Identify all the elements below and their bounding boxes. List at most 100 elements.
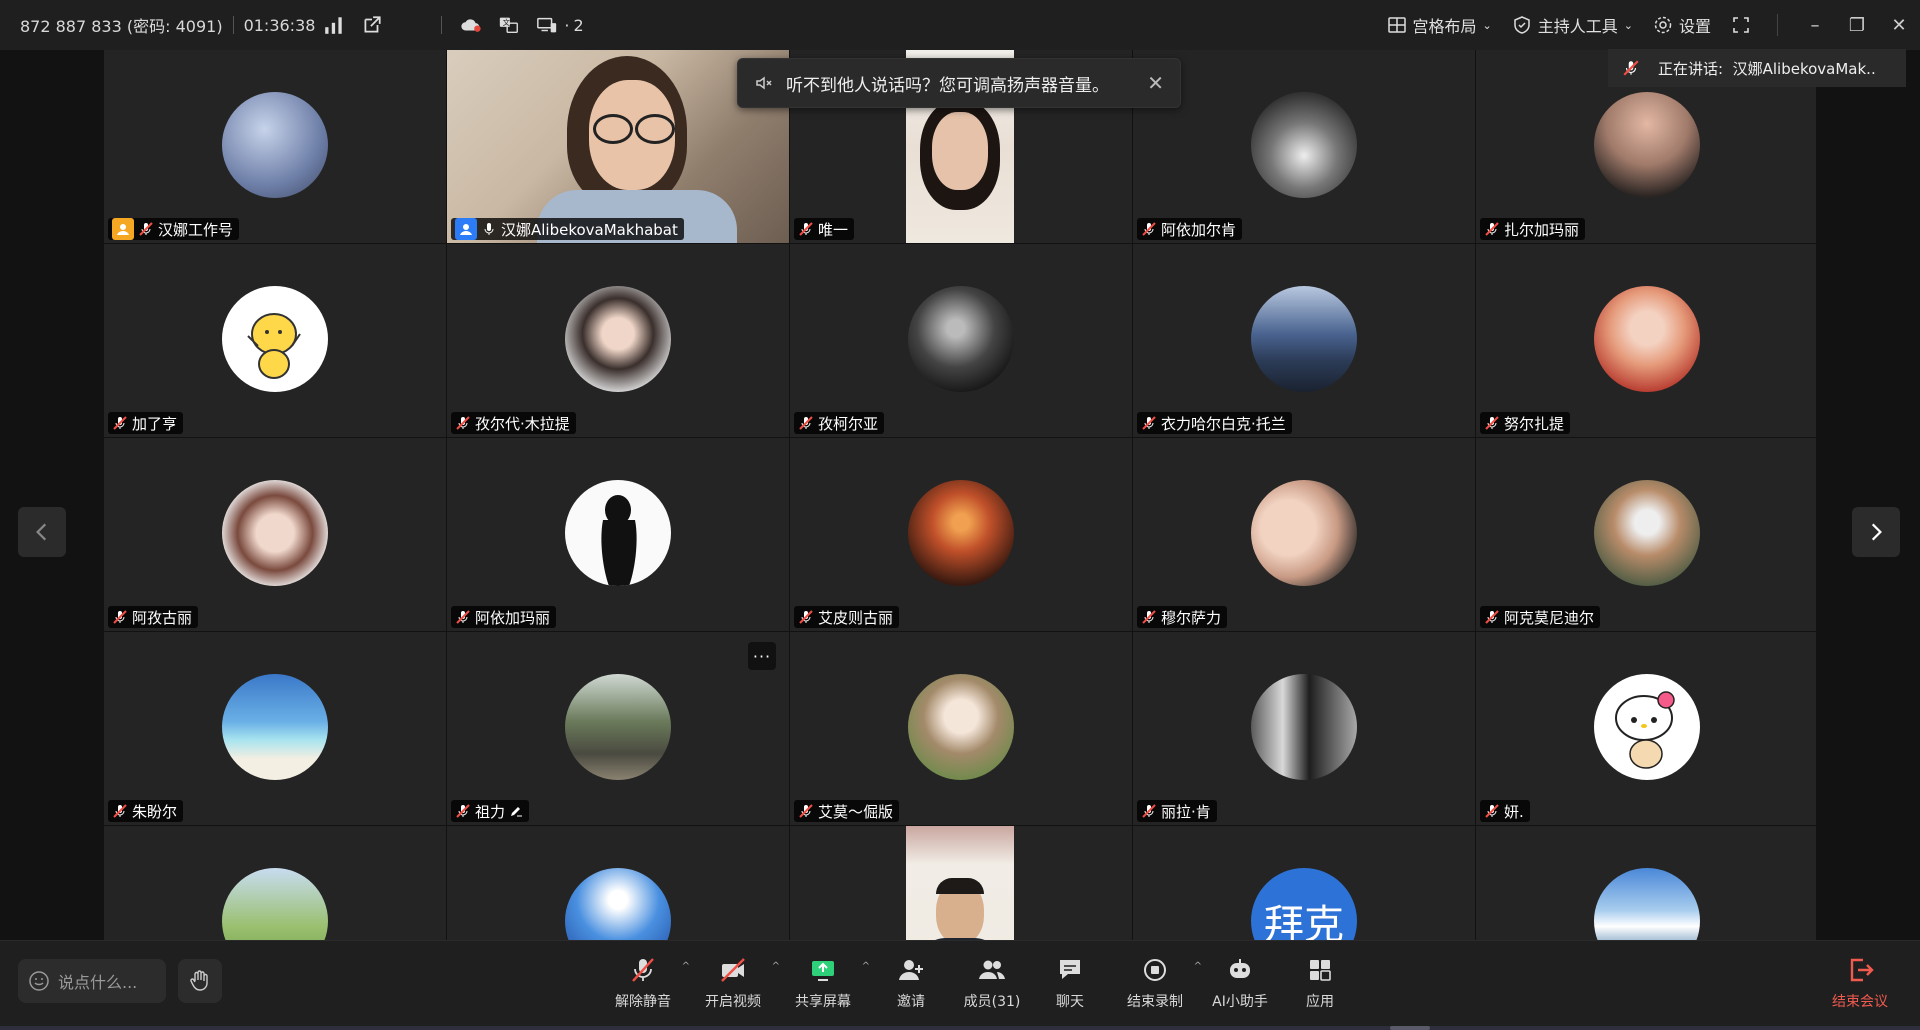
volume-toast: 听不到他人说话吗？您可调高扬声器音量。 ✕ <box>737 58 1181 108</box>
participant-tile[interactable]: 妍. <box>1476 632 1816 825</box>
mic-on-icon <box>484 223 494 235</box>
chat-quick-input[interactable]: 说点什么... <box>18 959 166 1003</box>
unmute-button[interactable]: 解除静音 ^ <box>598 947 690 1017</box>
chat-icon <box>1060 960 1080 979</box>
glasses-right <box>635 114 675 144</box>
mic-off-icon <box>1485 222 1499 236</box>
host-tools-button[interactable]: 主持人工具 ⌄ <box>1512 13 1633 37</box>
mic-off-icon <box>799 416 813 430</box>
signal-icon[interactable] <box>321 12 347 38</box>
name-tag: 阿克莫尼迪尔 <box>1480 606 1601 628</box>
ai-assistant-button[interactable]: AI小助手 <box>1200 947 1280 1017</box>
restore-icon[interactable]: ❐ <box>1836 15 1878 36</box>
participant-tile[interactable]: 朱盼尔 <box>104 632 446 825</box>
pen-icon <box>511 807 523 817</box>
close-icon[interactable]: ✕ <box>1878 15 1920 36</box>
cartoon-avatar-icon <box>247 313 301 379</box>
participant-name: 唯一 <box>818 220 849 239</box>
share-screen-button[interactable]: 共享屏幕 ^ <box>778 947 870 1017</box>
settings-label: 设置 <box>1678 17 1711 36</box>
host-tools-label: 主持人工具 <box>1537 17 1618 36</box>
layout-label: 宫格布局 <box>1412 17 1477 36</box>
avatar <box>222 480 328 586</box>
participant-tile[interactable]: 孜尔代·木拉提 <box>447 244 789 437</box>
mic-off-icon <box>1142 222 1156 236</box>
mic-off-icon <box>113 416 127 430</box>
svg-text:文: 文 <box>503 18 511 27</box>
share-screen-icon <box>812 961 834 981</box>
mic-off-icon <box>113 804 127 818</box>
person-face <box>932 112 988 190</box>
meeting-info[interactable]: 872 887 833 (密码: 4091) <box>20 13 223 37</box>
translate-icon[interactable]: 文 <box>496 12 522 38</box>
participant-name: 衣力哈尔白克·托兰 <box>1161 414 1286 433</box>
ai-assistant-label: AI小助手 <box>1212 994 1268 1010</box>
top-bar: 872 887 833 (密码: 4091) 01:36:38 文 · 2 宫格… <box>0 0 1920 50</box>
participant-tile[interactable]: 努尔扎提 <box>1476 244 1816 437</box>
end-meeting-button[interactable]: 结束会议 <box>1832 955 1888 1011</box>
participant-tile[interactable]: 丽拉·肯 <box>1133 632 1475 825</box>
mic-off-icon <box>1623 60 1639 76</box>
participant-tile[interactable]: 艾莫～倔版 <box>790 632 1132 825</box>
scrollbar-thumb[interactable] <box>1390 1026 1430 1030</box>
participant-name: 丽拉·肯 <box>1161 802 1211 821</box>
name-tag: 穆尔萨力 <box>1137 606 1228 628</box>
mic-off-icon <box>799 222 813 236</box>
external-link-icon[interactable] <box>359 12 385 38</box>
participant-tile[interactable]: 阿克莫尼迪尔 <box>1476 438 1816 631</box>
close-icon[interactable]: ✕ <box>1147 71 1164 95</box>
fullscreen-button[interactable] <box>1731 15 1751 35</box>
settings-button[interactable]: 设置 <box>1653 13 1711 37</box>
start-video-button[interactable]: 开启视频 ^ <box>688 947 780 1017</box>
invite-label: 邀请 <box>897 994 925 1010</box>
participant-tile[interactable] <box>447 826 789 940</box>
speaking-label: 正在讲话: <box>1658 59 1724 78</box>
participant-tile-video[interactable] <box>790 826 1132 940</box>
cloud-recording-icon[interactable] <box>458 12 484 38</box>
apps-button[interactable]: 应用 <box>1280 947 1360 1017</box>
participant-tile[interactable]: 加了亨 <box>104 244 446 437</box>
stop-recording-button[interactable]: 结束录制 ^ <box>1110 947 1202 1017</box>
participant-name: 穆尔萨力 <box>1161 608 1222 627</box>
avatar <box>222 286 328 392</box>
participant-tile[interactable]: 衣力哈尔白克·托兰 <box>1133 244 1475 437</box>
name-tag: 阿依加尔肯 <box>1137 218 1243 240</box>
participant-name: 扎尔加玛丽 <box>1504 220 1580 239</box>
next-page-button[interactable] <box>1852 507 1900 557</box>
divider <box>441 16 443 34</box>
participant-tile[interactable]: 汉娜工作号 <box>104 50 446 243</box>
previous-page-button[interactable] <box>18 507 66 557</box>
participant-tile[interactable] <box>1476 826 1816 940</box>
participant-tile[interactable]: 阿依加尔肯 <box>1133 50 1475 243</box>
participant-tile[interactable]: 阿孜古丽 <box>104 438 446 631</box>
devices-icon[interactable] <box>534 12 560 38</box>
name-tag: 孜尔代·木拉提 <box>451 412 576 434</box>
participant-tile[interactable] <box>104 826 446 940</box>
participant-tile[interactable]: 穆尔萨力 <box>1133 438 1475 631</box>
stop-record-icon <box>1144 959 1166 981</box>
avatar <box>222 92 328 198</box>
avatar <box>565 286 671 392</box>
stop-recording-label: 结束录制 <box>1127 994 1183 1010</box>
name-tag: 艾皮则古丽 <box>794 606 900 628</box>
invite-button[interactable]: 邀请 <box>868 947 954 1017</box>
raise-hand-button[interactable] <box>178 959 222 1003</box>
raise-hand-icon <box>190 970 208 991</box>
horizontal-scrollbar[interactable] <box>0 1026 1920 1030</box>
layout-button[interactable]: 宫格布局 ⌄ <box>1387 13 1492 37</box>
more-options-button[interactable]: ··· <box>748 642 776 670</box>
participant-tile[interactable]: 祖力 <box>447 632 789 825</box>
members-button[interactable]: 成员(31) <box>954 947 1030 1017</box>
participant-name: 阿依加尔肯 <box>1161 220 1237 239</box>
chat-button[interactable]: 聊天 <box>1030 947 1110 1017</box>
mic-off-icon <box>1485 610 1499 624</box>
participant-tile[interactable]: 拜克 <box>1133 826 1475 940</box>
participant-name: 阿克莫尼迪尔 <box>1504 608 1595 627</box>
participant-tile[interactable]: 艾皮则古丽 <box>790 438 1132 631</box>
participant-tile[interactable]: 阿依加玛丽 <box>447 438 789 631</box>
video-feed <box>906 826 1014 940</box>
cohost-badge-icon <box>455 218 477 240</box>
avatar <box>908 674 1014 780</box>
minimize-icon[interactable]: – <box>1794 15 1836 36</box>
participant-tile[interactable]: 孜柯尔亚 <box>790 244 1132 437</box>
